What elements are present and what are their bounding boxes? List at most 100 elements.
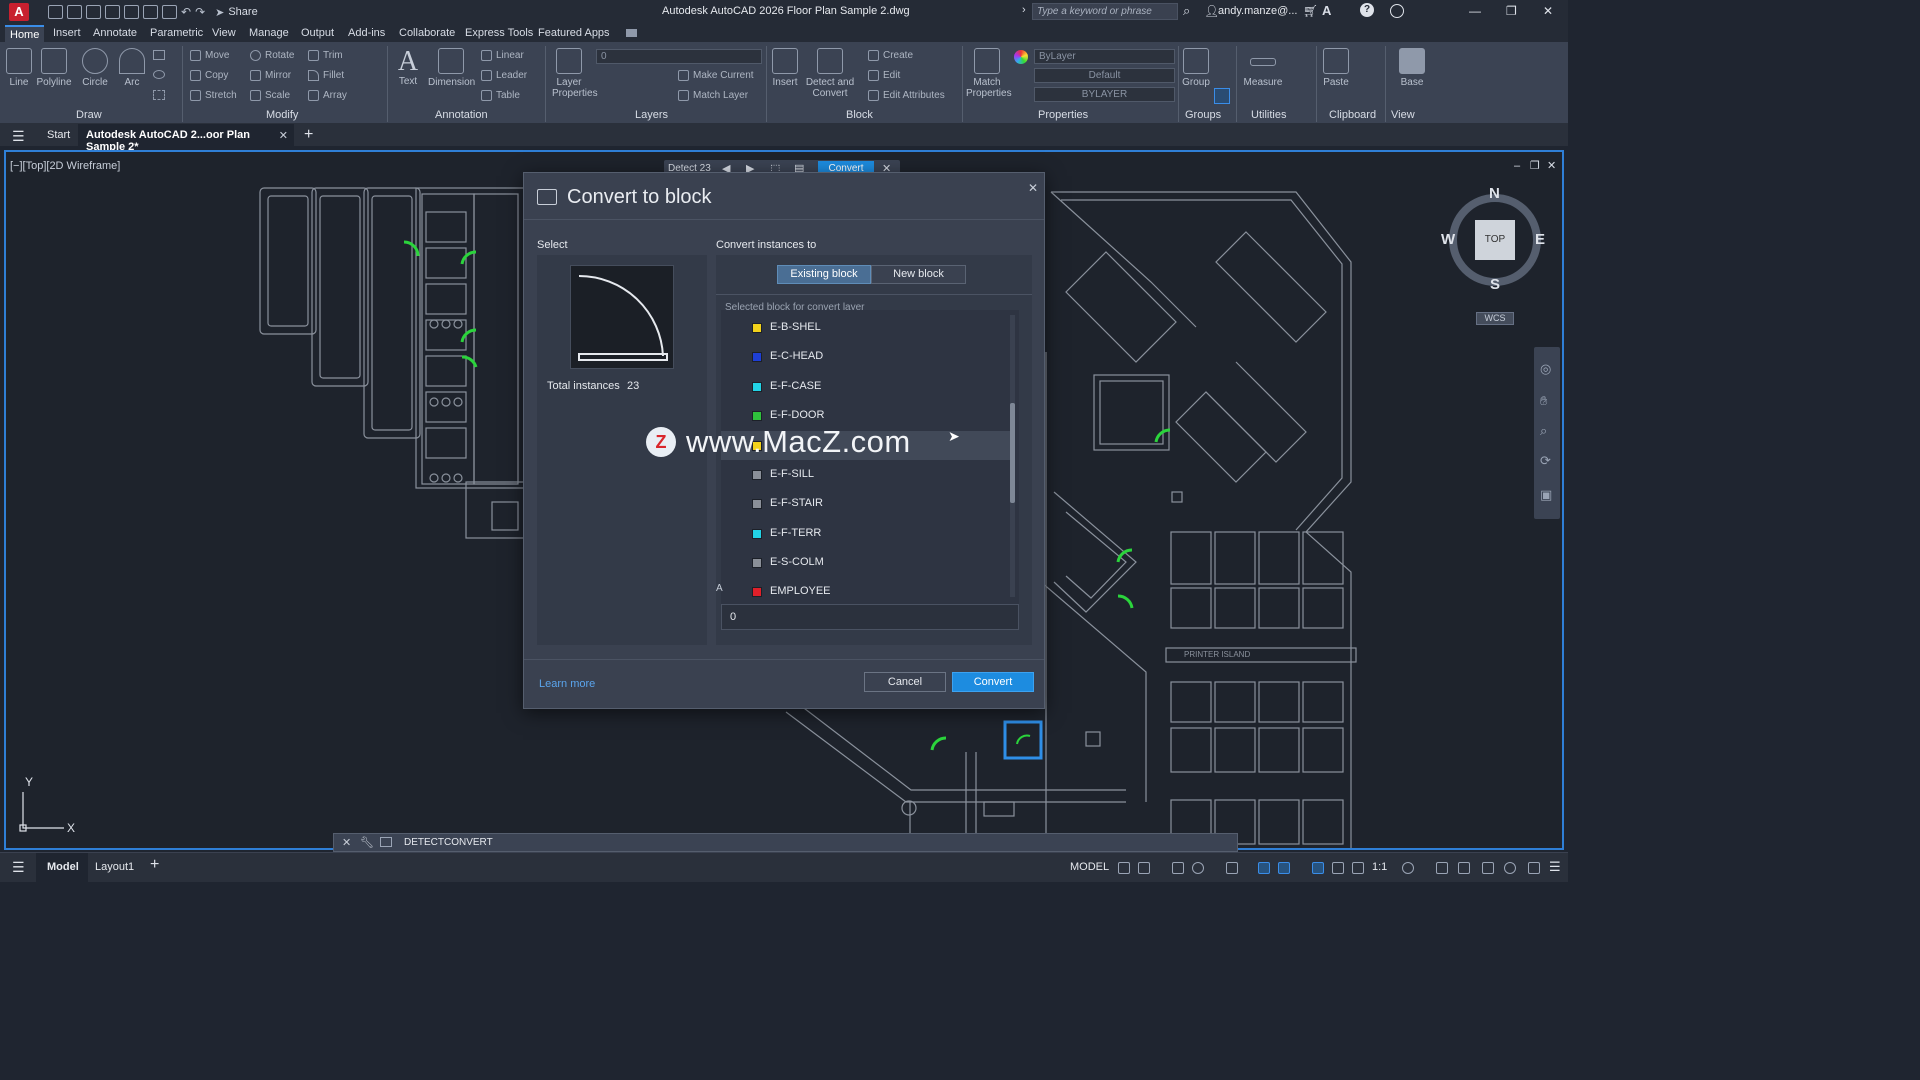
tab-parametric[interactable]: Parametric	[150, 27, 203, 39]
mirror-button[interactable]: Mirror	[250, 70, 291, 81]
help-icon[interactable]: ?	[1360, 3, 1374, 17]
measure-button[interactable]: Measure	[1240, 48, 1286, 88]
arc-button[interactable]: Arc	[118, 48, 146, 88]
hatch-icon[interactable]	[153, 90, 165, 100]
cloud-save-icon[interactable]	[124, 5, 139, 19]
quick-properties-icon[interactable]	[1482, 862, 1494, 874]
undo-icon[interactable]: ↶	[181, 5, 191, 19]
existing-block-toggle[interactable]: Existing block	[777, 265, 871, 284]
tab-model[interactable]: Model	[47, 861, 79, 873]
list-item[interactable]: E-F-SILL	[721, 460, 1011, 489]
share-button[interactable]: Share	[228, 6, 257, 18]
add-layout-plus-icon[interactable]: +	[150, 856, 159, 874]
layer-dropdown[interactable]: 0	[596, 49, 762, 64]
command-input[interactable]: DETECTCONVERT	[404, 837, 493, 848]
linear-button[interactable]: Linear	[481, 50, 524, 61]
create-block-button[interactable]: Create	[868, 50, 913, 61]
orbit-icon[interactable]: ⟳	[1540, 453, 1551, 469]
array-button[interactable]: Array	[308, 90, 347, 101]
isodraft-icon[interactable]	[1226, 862, 1238, 874]
command-line[interactable]: ✕ 🔧︎ DETECTCONVERT	[333, 833, 1238, 852]
scrollbar-thumb[interactable]	[1010, 403, 1015, 503]
open-file-icon[interactable]	[67, 5, 82, 19]
grid-icon[interactable]	[1118, 862, 1130, 874]
workspace-gear-icon[interactable]	[1402, 862, 1414, 874]
panel-title-draw[interactable]: Draw	[76, 109, 102, 121]
tab-featured-apps[interactable]: Featured Apps	[538, 27, 610, 39]
stretch-button[interactable]: Stretch	[190, 90, 237, 101]
circle-button[interactable]: Circle	[80, 48, 110, 88]
color-dropdown[interactable]: ByLayer	[1034, 49, 1175, 64]
panel-toggle-icon[interactable]	[626, 29, 637, 37]
list-scrollbar[interactable]	[1010, 315, 1015, 597]
scale-selector[interactable]: 1:1	[1372, 861, 1387, 873]
steering-wheel-icon[interactable]: ◎	[1540, 361, 1551, 377]
table-button[interactable]: Table	[481, 90, 520, 101]
polar-icon[interactable]	[1192, 862, 1204, 874]
rotate-button[interactable]: Rotate	[250, 50, 294, 61]
make-current-button[interactable]: Make Current	[678, 70, 754, 81]
annotation-monitor-icon[interactable]	[1436, 862, 1448, 874]
viewcube[interactable]: N S E W TOP	[1441, 185, 1545, 293]
active-file-tab[interactable]: Autodesk AutoCAD 2...oor Plan Sample 2* ✕	[78, 124, 294, 153]
fillet-button[interactable]: Fillet	[308, 70, 344, 81]
panel-title-block[interactable]: Block	[846, 109, 873, 121]
cancel-button[interactable]: Cancel	[864, 672, 946, 692]
block-preview[interactable]	[570, 265, 674, 369]
detect-and-convert-button[interactable]: Detect and Convert	[805, 48, 855, 99]
close-window-icon[interactable]: ✕	[1543, 4, 1553, 18]
search-input[interactable]: Type a keyword or phrase	[1032, 3, 1178, 20]
tab-layout1[interactable]: Layout1	[95, 861, 134, 873]
group-button[interactable]: Group	[1180, 48, 1212, 88]
list-item[interactable]: E-S-COLM	[721, 548, 1011, 577]
menu-hamburger-icon[interactable]: ☰	[12, 128, 25, 145]
snap-icon[interactable]	[1138, 862, 1150, 874]
new-file-icon[interactable]	[48, 5, 63, 19]
object-snap-icon[interactable]	[1278, 862, 1290, 874]
dimension-button[interactable]: Dimension	[428, 48, 475, 88]
tab-manage[interactable]: Manage	[249, 27, 289, 39]
tab-home[interactable]: Home	[5, 25, 45, 42]
polyline-button[interactable]: Polyline	[36, 48, 72, 88]
panel-title-groups[interactable]: Groups	[1185, 109, 1221, 121]
close-tab-icon[interactable]: ✕	[279, 129, 288, 142]
ellipse-icon[interactable]	[153, 70, 165, 79]
list-item[interactable]: EMPLOYEE	[721, 577, 1011, 604]
save-icon[interactable]	[86, 5, 101, 19]
new-tab-plus-icon[interactable]: +	[304, 126, 313, 144]
lineweight-dropdown[interactable]: BYLAYER	[1034, 87, 1175, 102]
line-button[interactable]: Line	[6, 48, 32, 88]
insert-button[interactable]: Insert	[771, 48, 799, 88]
tab-annotate[interactable]: Annotate	[93, 27, 137, 39]
customize-command-icon[interactable]: 🔧︎	[360, 836, 374, 849]
tab-output[interactable]: Output	[301, 27, 334, 39]
search-icon[interactable]: ⌕	[1183, 3, 1190, 19]
isolate-objects-icon[interactable]	[1504, 862, 1516, 874]
learn-more-link[interactable]: Learn more	[539, 678, 595, 690]
tab-insert[interactable]: Insert	[53, 27, 81, 39]
group-selection-icon[interactable]	[1214, 88, 1230, 104]
pan-hand-icon[interactable]: ✋︎	[1540, 393, 1547, 409]
customize-menu-icon[interactable]: ☰	[1549, 859, 1561, 875]
layer-properties-button[interactable]: Layer Properties	[552, 48, 598, 99]
chevron-right-icon[interactable]: ›	[1022, 4, 1026, 16]
convert-button[interactable]: Convert	[952, 672, 1034, 692]
leader-button[interactable]: Leader	[481, 70, 527, 81]
block-name-field[interactable]: 0	[721, 604, 1019, 630]
navigation-bar[interactable]: ◎ ✋︎ ⌕ ⟳ ▣	[1534, 347, 1560, 519]
panel-title-utilities[interactable]: Utilities	[1251, 109, 1286, 121]
minimize-icon[interactable]: —	[1469, 4, 1481, 18]
panel-title-view[interactable]: View	[1391, 109, 1415, 121]
tab-start[interactable]: Start	[47, 129, 70, 141]
viewport-restore-icon[interactable]: ❐	[1530, 159, 1540, 172]
match-layer-button[interactable]: Match Layer	[678, 90, 748, 101]
rectangle-icon[interactable]	[153, 50, 165, 60]
zoom-icon[interactable]: ⌕	[1540, 423, 1547, 439]
annotation-scale-icon[interactable]	[1352, 862, 1364, 874]
move-button[interactable]: Move	[190, 50, 229, 61]
linetype-dropdown[interactable]: Default	[1034, 68, 1175, 83]
compass-east[interactable]: E	[1535, 231, 1545, 248]
color-wheel-icon[interactable]	[1014, 50, 1028, 64]
units-icon[interactable]	[1458, 862, 1470, 874]
plot-icon[interactable]	[162, 5, 177, 19]
